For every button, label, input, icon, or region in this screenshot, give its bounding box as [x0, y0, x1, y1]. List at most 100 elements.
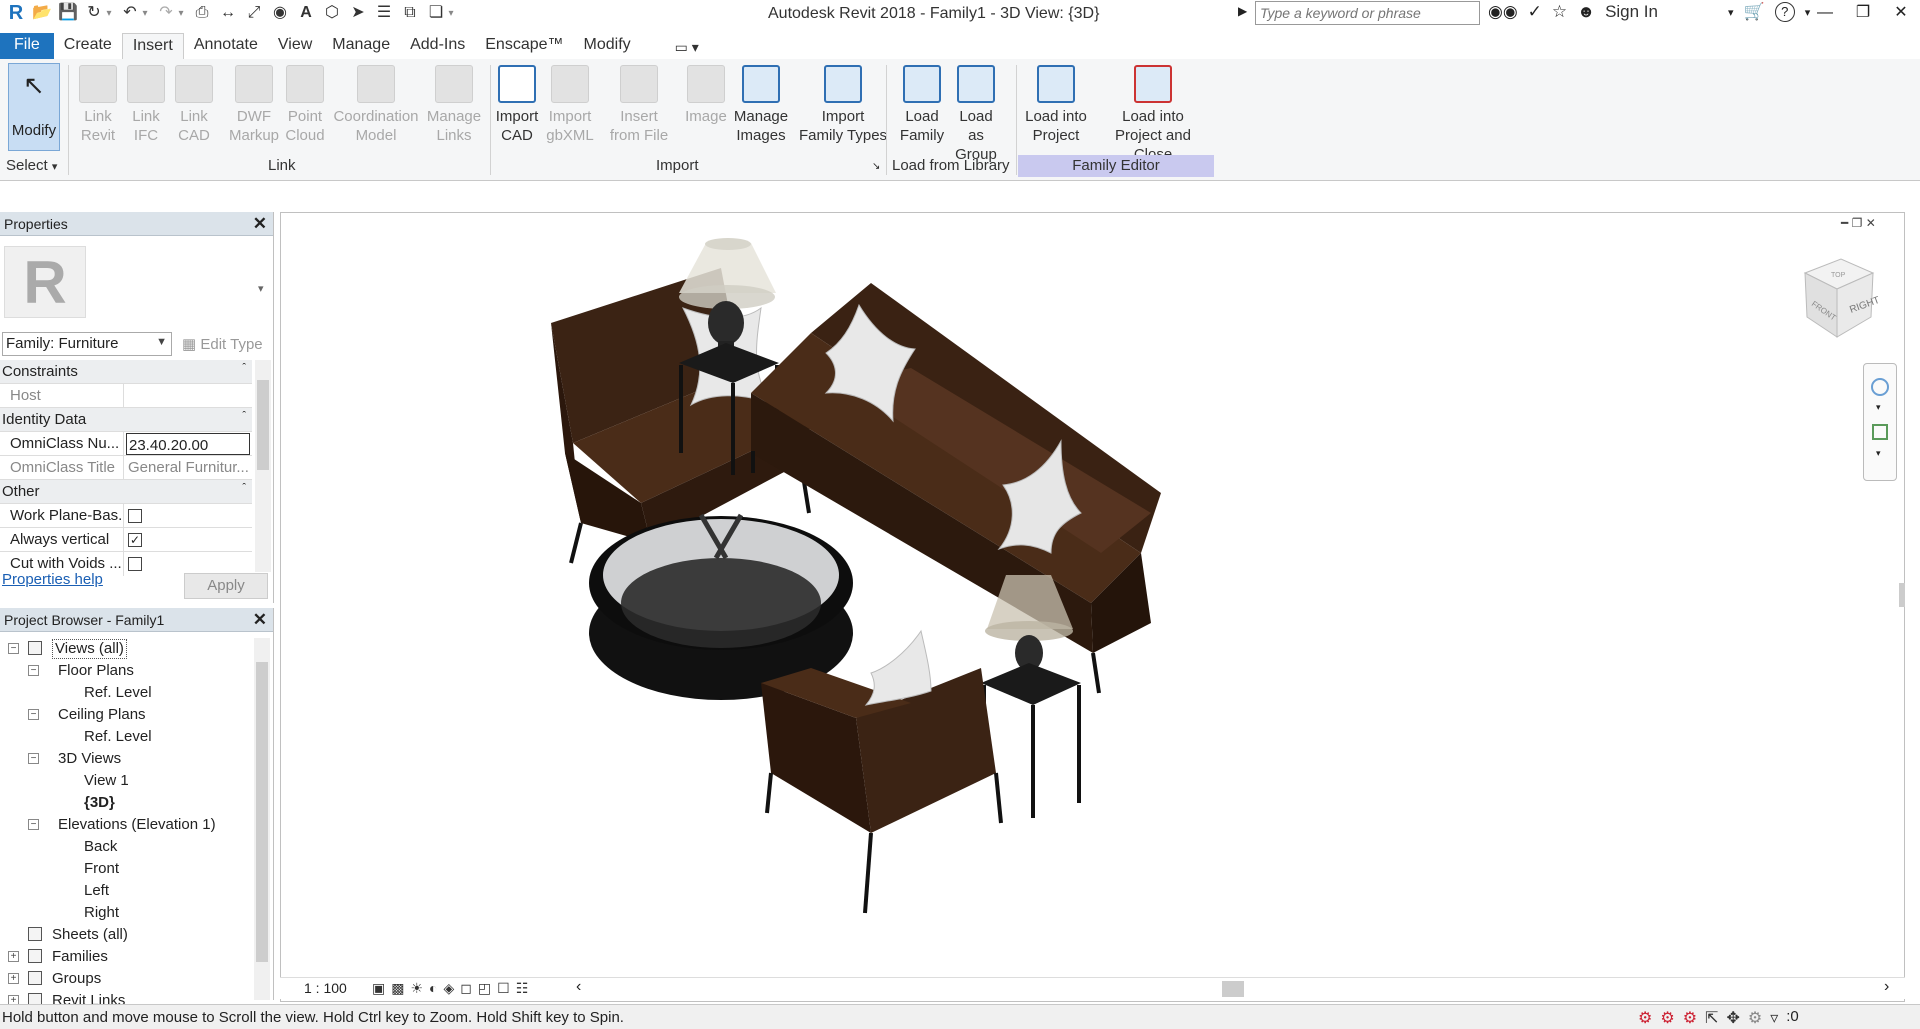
browser-item[interactable]: Right — [0, 902, 252, 924]
tab-enscape[interactable]: Enscape™ — [475, 33, 573, 59]
revit-logo-icon[interactable]: R — [6, 3, 26, 23]
ribbon-display-toggle-icon[interactable]: ▭ ▾ — [669, 36, 705, 59]
dropdown-icon[interactable]: ▾ — [1876, 402, 1881, 413]
close-icon[interactable]: ✕ — [253, 610, 267, 630]
tab-modify[interactable]: Modify — [574, 33, 641, 59]
type-selector-dropdown-icon[interactable]: ▾ — [258, 282, 264, 295]
group-constraints[interactable]: Constraints ˆ — [0, 360, 252, 384]
switch-windows-icon[interactable]: ❏ — [426, 3, 446, 23]
browser-item[interactable]: Ref. Level — [0, 726, 252, 748]
collapse-icon[interactable]: − — [28, 665, 39, 676]
cart-icon[interactable]: 🛒 — [1744, 2, 1765, 22]
user-icon[interactable]: ☻ — [1577, 2, 1595, 22]
browser-item[interactable]: Front — [0, 858, 252, 880]
tab-add-ins[interactable]: Add-Ins — [400, 33, 475, 59]
type-selector-image[interactable]: R — [4, 246, 86, 318]
dwf-markup-button[interactable]: DWF Markup — [224, 63, 284, 145]
scroll-left-icon[interactable]: ‹ — [576, 978, 581, 996]
apply-button[interactable]: Apply — [184, 573, 268, 599]
import-gbxml-button[interactable]: Import gbXML — [544, 63, 596, 145]
open-icon[interactable]: 📂 — [32, 3, 52, 23]
link-ifc-button[interactable]: Link IFC — [124, 63, 168, 145]
scroll-thumb[interactable] — [256, 662, 268, 962]
link-cad-button[interactable]: Link CAD — [172, 63, 216, 145]
dropdown-icon[interactable]: ▾ — [104, 8, 114, 19]
browser-item[interactable]: − Floor Plans — [0, 660, 252, 682]
visual-style-icon[interactable]: ▩ — [391, 980, 404, 997]
search-input[interactable] — [1255, 1, 1480, 25]
properties-help-link[interactable]: Properties help — [2, 571, 103, 588]
view-scale[interactable]: 1 : 100 — [304, 980, 347, 996]
group-other[interactable]: Other ˆ — [0, 480, 252, 504]
coordination-model-button[interactable]: Coordination Model — [330, 63, 422, 145]
load-into-project-close-button[interactable]: Load intoProject and Close — [1094, 63, 1212, 164]
viewport-vertical-scroll-thumb[interactable] — [1899, 583, 1905, 607]
close-hidden-icon[interactable]: ⧉ — [400, 3, 420, 23]
expand-icon[interactable]: + — [8, 951, 19, 962]
insert-from-file-button[interactable]: Insert from File — [606, 63, 672, 145]
browser-item[interactable]: + Families — [0, 946, 252, 968]
3d-viewport[interactable]: ━ ❐ ✕ RIGHT FRONT TOP ▾ ▾ — [280, 212, 1905, 1002]
3d-view-icon[interactable]: ⬡ — [322, 3, 342, 23]
minimize-button[interactable]: — — [1806, 0, 1844, 26]
cut-voids-checkbox[interactable] — [128, 557, 142, 571]
browser-item[interactable]: + Groups — [0, 968, 252, 990]
sun-path-icon[interactable]: ☀ — [410, 980, 423, 997]
help-icon[interactable]: ? — [1774, 2, 1795, 22]
save-icon[interactable]: 💾 — [58, 3, 78, 23]
browser-item[interactable]: Left — [0, 880, 252, 902]
omniclass-number-field[interactable]: 23.40.20.00 — [126, 433, 250, 455]
scroll-right-icon[interactable]: › — [1884, 978, 1889, 996]
shadows-icon[interactable]: ◐ — [429, 980, 437, 997]
hide-isolate-icon[interactable]: ☷ — [516, 980, 529, 997]
sync-icon[interactable]: ↻ — [84, 3, 104, 23]
image-button[interactable]: Image — [682, 63, 730, 126]
point-cloud-button[interactable]: Point Cloud — [284, 63, 326, 145]
dropdown-icon[interactable]: ▾ — [140, 8, 150, 19]
browser-item[interactable]: − 3D Views — [0, 748, 252, 770]
browser-item[interactable]: {3D} — [0, 792, 252, 814]
work-plane-checkbox[interactable] — [128, 509, 142, 523]
modify-button[interactable]: ↖ Modify — [8, 63, 60, 151]
filter-icon[interactable]: ▿ — [1770, 1008, 1778, 1028]
collapse-icon[interactable]: − — [8, 643, 19, 654]
tab-annotate[interactable]: Annotate — [184, 33, 268, 59]
print-icon[interactable]: ⎙ — [192, 3, 212, 23]
section-icon[interactable]: ➤ — [348, 3, 368, 23]
tag-icon[interactable]: ◉ — [270, 3, 290, 23]
customize-toolbar-icon[interactable]: ▾ — [446, 8, 456, 19]
browser-item[interactable]: − Views (all) — [0, 638, 252, 660]
load-as-group-button[interactable]: Load as Group — [950, 63, 1002, 164]
background-processes-icon[interactable]: ⚙ — [1748, 1008, 1762, 1028]
dimension-icon[interactable]: ⤢ — [244, 3, 264, 23]
select-by-face-icon[interactable]: ⇱ — [1705, 1008, 1718, 1028]
browser-item[interactable]: View 1 — [0, 770, 252, 792]
tab-insert[interactable]: Insert — [121, 33, 184, 59]
always-vertical-checkbox[interactable]: ✓ — [128, 533, 142, 547]
viewport-horizontal-scroll-thumb[interactable] — [1222, 981, 1244, 997]
browser-item[interactable]: − Ceiling Plans — [0, 704, 252, 726]
collapse-icon[interactable]: − — [28, 709, 39, 720]
dropdown-icon[interactable]: ▾ — [176, 8, 186, 19]
navigation-bar[interactable]: ▾ ▾ — [1863, 363, 1897, 481]
subscription-icon[interactable]: ✓ — [1528, 2, 1542, 22]
favorites-icon[interactable]: ☆ — [1552, 2, 1567, 22]
link-revit-button[interactable]: Link Revit — [76, 63, 120, 145]
steering-wheel-icon[interactable] — [1871, 378, 1889, 396]
host-value[interactable] — [126, 384, 250, 408]
edit-type-button[interactable]: ▦ Edit Type — [182, 335, 263, 353]
group-identity-data[interactable]: Identity Data ˆ — [0, 408, 252, 432]
browser-item[interactable]: − Elevations (Elevation 1) — [0, 814, 252, 836]
dialog-launcher-icon[interactable]: ↘ — [872, 161, 880, 172]
show-crop-icon[interactable]: ◰ — [478, 980, 491, 997]
family-type-select[interactable]: Family: Furniture ▼ — [2, 332, 172, 356]
browser-item[interactable]: Sheets (all) — [0, 924, 252, 946]
text-icon[interactable]: A — [296, 3, 316, 23]
import-cad-button[interactable]: Import CAD — [494, 63, 540, 145]
browser-item[interactable]: Back — [0, 836, 252, 858]
lock-3d-icon[interactable]: ☐ — [497, 980, 510, 997]
dropdown-icon[interactable]: ▾ — [1728, 6, 1734, 19]
sign-in-button[interactable]: Sign In — [1605, 2, 1658, 22]
tab-create[interactable]: Create — [54, 33, 122, 59]
scroll-thumb[interactable] — [257, 380, 269, 470]
